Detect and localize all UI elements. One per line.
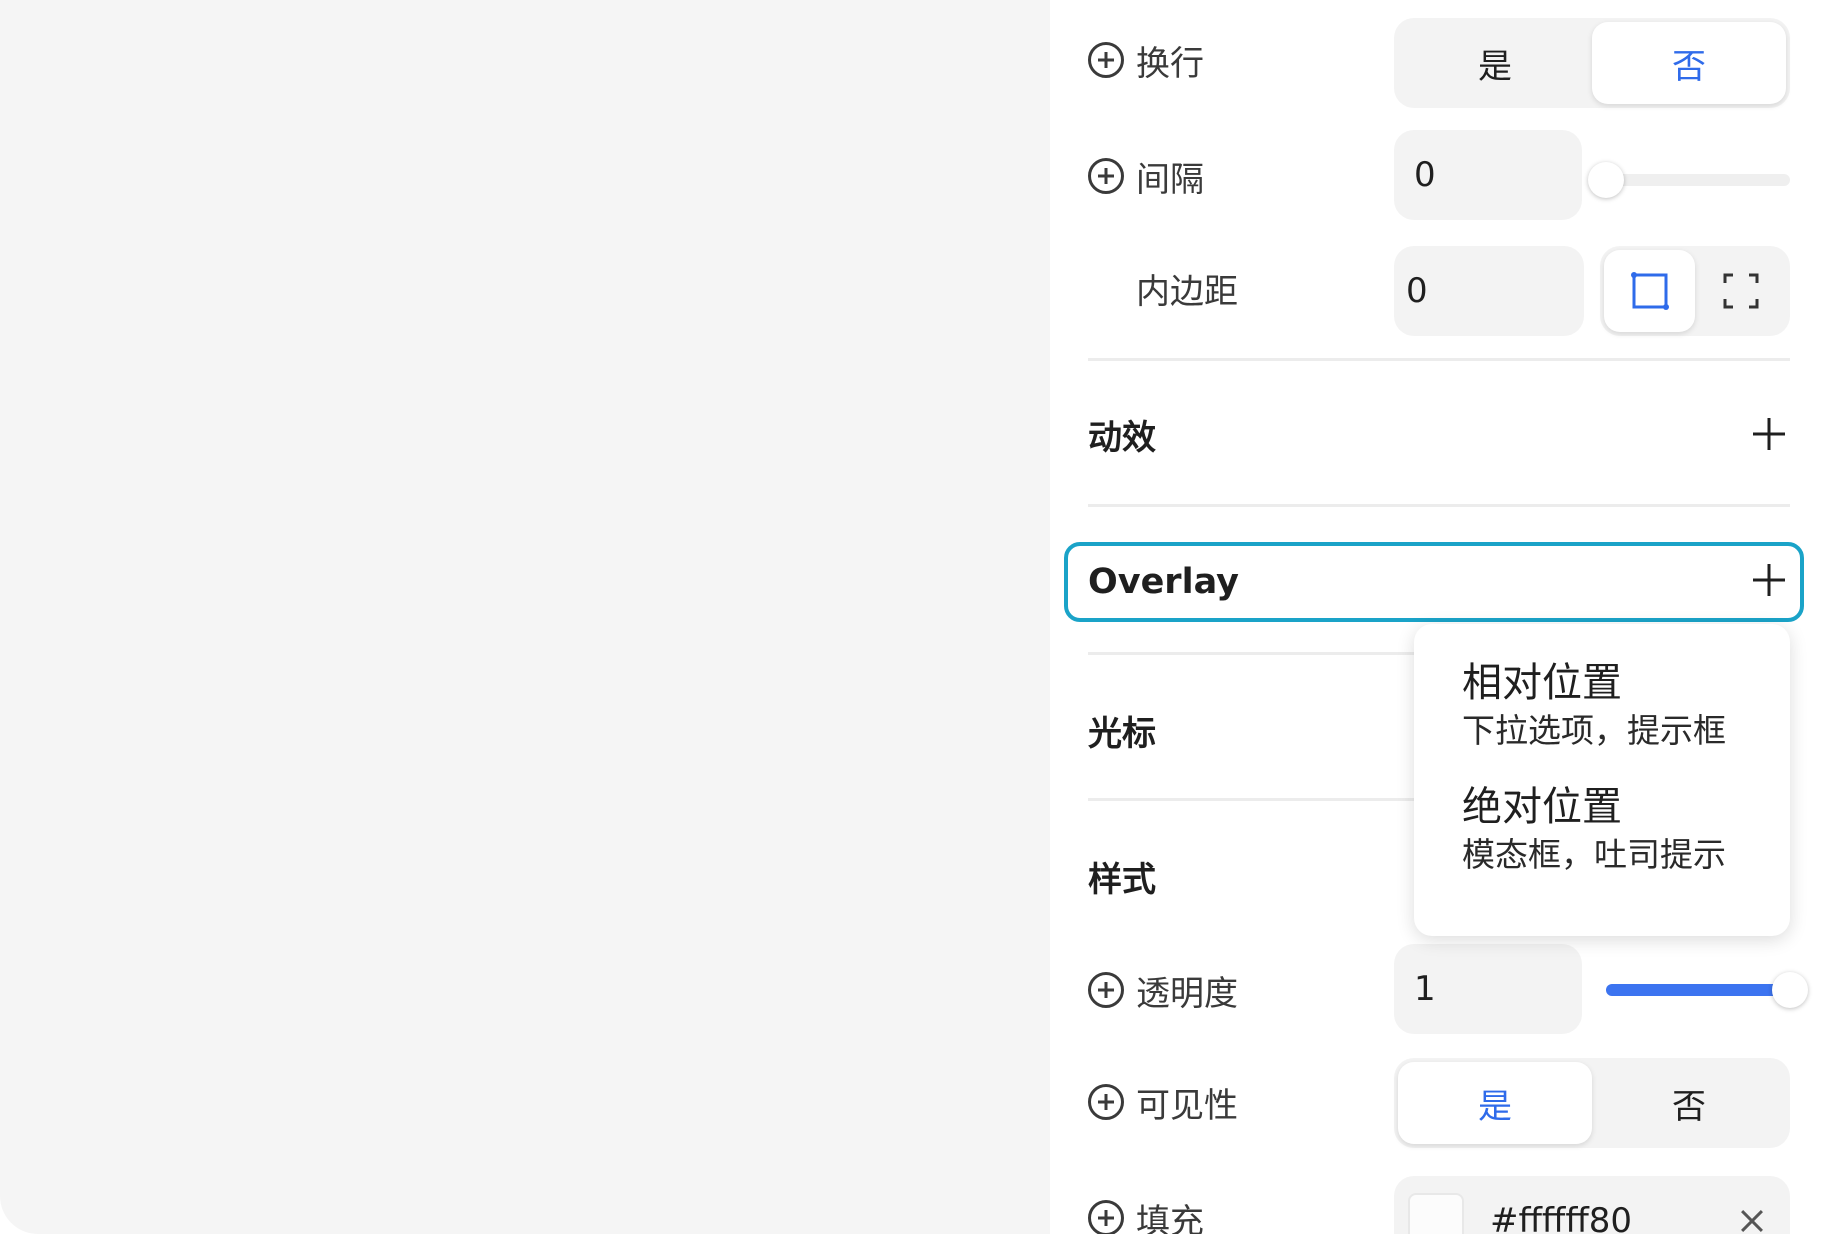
padding-uniform-icon	[1630, 272, 1669, 310]
padding-label-text: 内边距	[1136, 271, 1238, 312]
menu-item-title: 绝对位置	[1462, 783, 1622, 830]
padding-individual-icon	[1723, 273, 1758, 309]
padding-input[interactable]: 0	[1394, 246, 1584, 336]
overlay-section-title: Overlay	[1088, 562, 1239, 602]
clear-icon[interactable]	[1738, 1207, 1766, 1234]
opacity-label[interactable]: 透明度	[1088, 960, 1238, 1020]
menu-item-relative-position[interactable]: 相对位置 下拉选项，提示框	[1462, 660, 1790, 750]
add-circle-icon[interactable]	[1088, 972, 1124, 1008]
padding-individual-button[interactable]	[1695, 250, 1786, 332]
opacity-slider-fill	[1606, 984, 1790, 996]
gap-slider-thumb[interactable]	[1588, 162, 1624, 198]
add-circle-icon[interactable]	[1088, 1084, 1124, 1120]
fill-label[interactable]: 填充	[1088, 1188, 1204, 1234]
visibility-label-text: 可见性	[1136, 1085, 1238, 1126]
opacity-slider[interactable]	[1606, 972, 1808, 1008]
visibility-segmented-control: 是 否	[1394, 1058, 1790, 1148]
padding-mode-toggle	[1600, 246, 1790, 336]
menu-item-absolute-position[interactable]: 绝对位置 模态框，吐司提示	[1462, 784, 1790, 874]
wrap-label[interactable]: 换行	[1088, 30, 1204, 90]
fill-label-text: 填充	[1136, 1201, 1204, 1234]
divider	[1088, 504, 1790, 507]
gap-slider[interactable]	[1588, 162, 1790, 198]
canvas-area[interactable]	[0, 0, 1050, 1234]
add-animation-icon[interactable]	[1752, 417, 1786, 451]
add-circle-icon[interactable]	[1088, 1200, 1124, 1234]
opacity-slider-thumb[interactable]	[1772, 972, 1808, 1008]
menu-item-subtitle: 下拉选项，提示框	[1462, 711, 1726, 750]
fill-color-field[interactable]: #ffffff80	[1394, 1176, 1790, 1234]
add-overlay-icon[interactable]	[1752, 563, 1786, 597]
properties-panel: 换行 是 否 间隔 0 内边距 0 动效 Overlay 光标 样式 透明度 1…	[1050, 0, 1826, 1234]
overlay-section-header[interactable]: Overlay	[1064, 542, 1804, 622]
gap-input[interactable]: 0	[1394, 130, 1582, 220]
gap-label[interactable]: 间隔	[1088, 146, 1204, 206]
overlay-type-menu: 相对位置 下拉选项，提示框 绝对位置 模态框，吐司提示	[1414, 624, 1790, 936]
fill-color-swatch[interactable]	[1408, 1193, 1464, 1234]
opacity-input[interactable]: 1	[1394, 944, 1582, 1034]
animation-section-title: 动效	[1088, 417, 1156, 458]
visibility-option-yes[interactable]: 是	[1398, 1062, 1592, 1144]
cursor-section-title: 光标	[1088, 713, 1156, 754]
wrap-segmented-control: 是 否	[1394, 18, 1790, 108]
add-circle-icon[interactable]	[1088, 158, 1124, 194]
style-section-title: 样式	[1088, 859, 1156, 900]
divider	[1088, 358, 1790, 361]
menu-item-title: 相对位置	[1462, 660, 1622, 706]
opacity-label-text: 透明度	[1136, 973, 1238, 1014]
fill-hex-value[interactable]: #ffffff80	[1490, 1201, 1632, 1234]
wrap-option-no[interactable]: 否	[1592, 22, 1786, 104]
padding-label: 内边距	[1136, 258, 1238, 318]
wrap-label-text: 换行	[1136, 43, 1204, 84]
visibility-label[interactable]: 可见性	[1088, 1072, 1238, 1132]
menu-item-subtitle: 模态框，吐司提示	[1462, 834, 1726, 874]
visibility-option-no[interactable]: 否	[1592, 1062, 1786, 1144]
add-circle-icon[interactable]	[1088, 42, 1124, 78]
gap-label-text: 间隔	[1136, 159, 1204, 200]
padding-uniform-button[interactable]	[1604, 250, 1695, 332]
wrap-option-yes[interactable]: 是	[1398, 22, 1592, 104]
